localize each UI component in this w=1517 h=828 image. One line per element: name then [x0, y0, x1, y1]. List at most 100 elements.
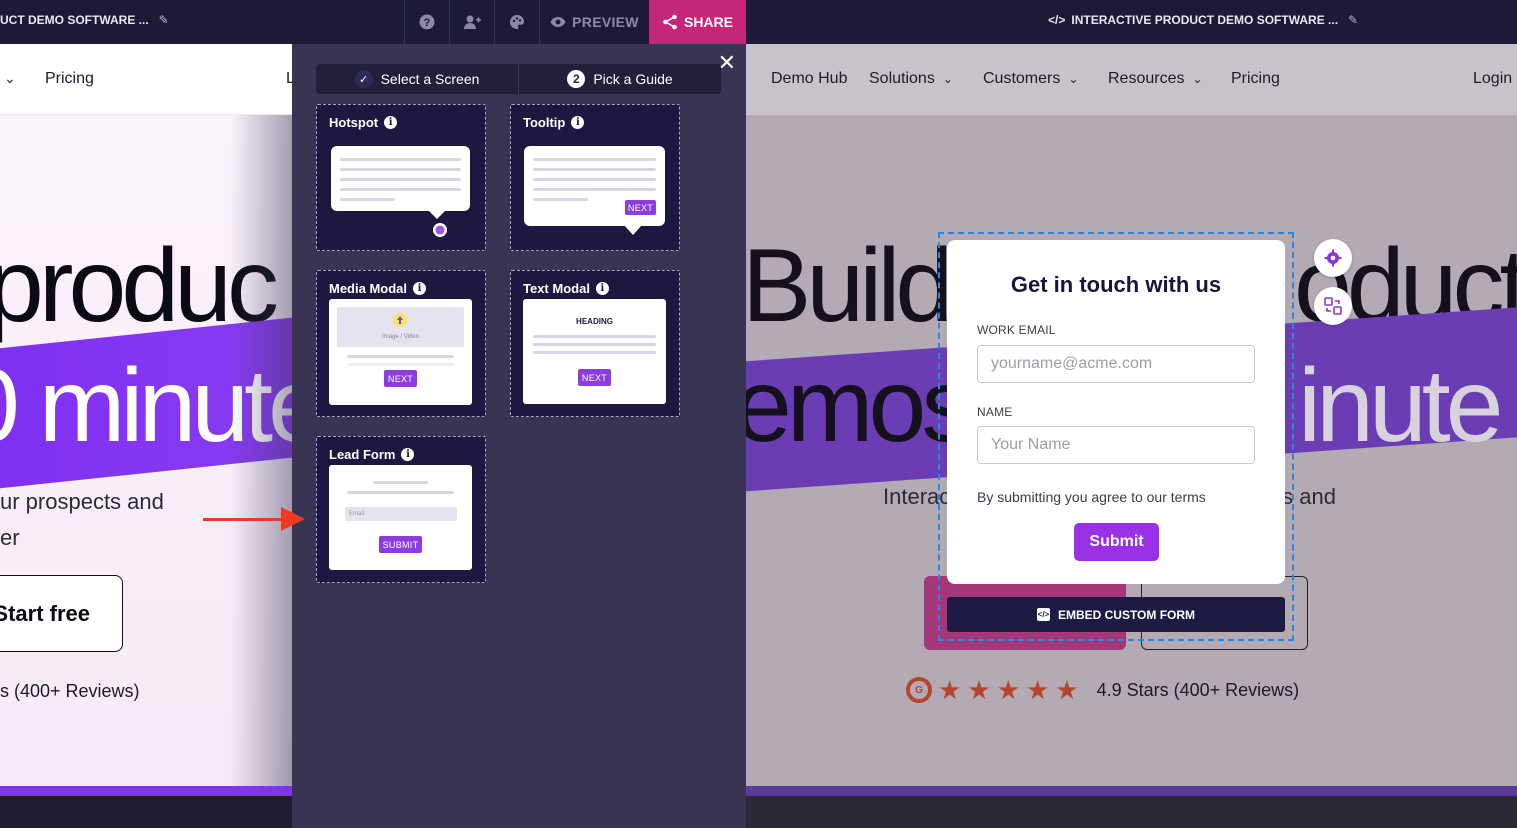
text-line — [533, 178, 656, 181]
info-icon[interactable]: i — [401, 448, 415, 461]
rating-text: 4.9 Stars (400+ Reviews) — [1096, 679, 1300, 700]
text-next-mini: NEXT — [578, 369, 611, 386]
tooltip-next-mini: NEXT — [625, 200, 656, 215]
tooltip-label: Tooltip — [523, 115, 566, 130]
demo-title-left[interactable]: UCT DEMO SOFTWARE ... ✎ — [0, 13, 169, 27]
text-line — [533, 343, 656, 346]
embed-custom-form-button[interactable]: </> EMBED CUSTOM FORM — [947, 597, 1285, 632]
info-icon[interactable]: i — [595, 282, 609, 295]
settings-button[interactable] — [1314, 239, 1352, 277]
nav-login[interactable]: Login — [1473, 70, 1512, 88]
hero-subtitle-line1: ur prospects and — [0, 489, 164, 514]
text-line — [533, 351, 656, 354]
edit-pencil-icon[interactable]: ✎ — [159, 13, 169, 27]
submit-button[interactable]: Submit — [1074, 523, 1159, 561]
hotspot-dot-icon — [433, 223, 447, 237]
hotspot-label: Hotspot — [329, 115, 379, 130]
palette-icon — [510, 15, 524, 29]
bubble-tail-icon — [427, 209, 447, 219]
help-button[interactable]: ? — [404, 0, 449, 44]
text-line — [340, 168, 461, 171]
guide-card-text-modal[interactable]: Text Modal i HEADING NEXT — [510, 270, 680, 417]
swap-icon — [1324, 297, 1342, 315]
text-modal-heading: HEADING — [576, 317, 613, 326]
rating-row: G ★ ★ ★ ★ ★ 4.9 Stars (400+ Reviews) — [906, 677, 1299, 703]
tab-pick-guide[interactable]: 2 Pick a Guide — [518, 64, 721, 94]
text-line — [347, 355, 454, 358]
nav-demo-hub[interactable]: Demo Hub — [771, 70, 847, 88]
site-nav-left: ⌄ Pricing L — [0, 44, 292, 115]
text-line — [347, 491, 454, 494]
chevron-down-icon: ⌄ — [1192, 72, 1203, 86]
star-icon: ★ — [938, 675, 962, 705]
text-line — [533, 198, 588, 201]
chevron-down-icon[interactable]: ⌄ — [4, 70, 16, 87]
share-label: SHARE — [683, 14, 733, 30]
star-icon: ★ — [996, 675, 1020, 705]
info-icon[interactable]: i — [413, 282, 427, 295]
hero-heading-right-line1a: Build — [746, 228, 953, 344]
hotspot-preview — [331, 146, 470, 211]
name-field[interactable]: Your Name — [977, 426, 1255, 464]
card-label: Media Modal i — [329, 281, 427, 296]
pick-guide-panel: ✕ ✓ Select a Screen 2 Pick a Guide Hotsp… — [292, 44, 746, 828]
star-icon: ★ — [1025, 675, 1050, 705]
edit-pencil-icon[interactable]: ✎ — [1348, 13, 1358, 27]
nav-customers[interactable]: Customers ⌄ — [983, 70, 1078, 88]
tab-select-screen-label: Select a Screen — [380, 71, 480, 87]
text-line — [347, 363, 454, 366]
nav-resources[interactable]: Resources ⌄ — [1108, 70, 1203, 88]
chevron-down-icon: ⌄ — [1068, 72, 1079, 86]
tab-pick-guide-label: Pick a Guide — [593, 71, 673, 87]
chevron-down-icon: ⌄ — [942, 72, 953, 86]
lead-submit-mini: SUBMIT — [379, 536, 422, 553]
bottom-bar-right — [746, 796, 1517, 828]
lead-form-label: Lead Form — [329, 447, 396, 462]
card-label: Text Modal i — [523, 281, 609, 296]
name-label: NAME — [977, 405, 1013, 419]
guide-card-hotspot[interactable]: Hotspot i — [316, 104, 486, 251]
top-bar: UCT DEMO SOFTWARE ... ✎ ? PREVIEW SHARE <… — [0, 0, 1517, 44]
eye-icon — [550, 17, 566, 27]
hero-subtitle-line2: er — [0, 525, 20, 550]
step-tabs: ✓ Select a Screen 2 Pick a Guide — [316, 64, 721, 94]
svg-text:?: ? — [424, 17, 431, 29]
guide-card-media-modal[interactable]: Media Modal i Image / Video NEXT — [316, 270, 486, 417]
add-user-button[interactable] — [449, 0, 494, 44]
card-label: Hotspot i — [329, 115, 398, 130]
start-free-button[interactable]: Start free — [0, 575, 123, 652]
hero-heading-right-line2a: emos — [746, 348, 973, 464]
text-line — [533, 335, 656, 338]
info-icon[interactable]: i — [384, 116, 398, 129]
swap-button[interactable] — [1314, 287, 1352, 325]
text-line — [533, 158, 656, 161]
nav-resources-label: Resources — [1108, 70, 1185, 87]
tab-select-screen[interactable]: ✓ Select a Screen — [316, 64, 518, 94]
hero-heading-right-line2b: inute — [1298, 348, 1504, 464]
info-icon[interactable]: i — [571, 116, 585, 129]
terms-note: By submitting you agree to our terms — [977, 489, 1206, 505]
nav-solutions[interactable]: Solutions ⌄ — [869, 70, 953, 88]
upload-icon — [393, 313, 407, 327]
guide-card-lead-form[interactable]: Lead Form i Email SUBMIT — [316, 436, 486, 583]
bottom-bar-left — [0, 796, 292, 828]
media-caption: Image / Video — [382, 334, 419, 340]
text-line — [340, 188, 461, 191]
email-field[interactable]: yourname@acme.com — [977, 345, 1255, 383]
share-icon — [663, 14, 677, 30]
guide-card-tooltip[interactable]: Tooltip i NEXT — [510, 104, 680, 251]
help-icon: ? — [419, 14, 435, 30]
embed-custom-form-label: EMBED CUSTOM FORM — [1057, 607, 1196, 622]
text-line — [533, 188, 656, 191]
nav-pricing-left[interactable]: Pricing — [45, 70, 94, 88]
preview-button[interactable]: PREVIEW — [539, 0, 649, 44]
gear-icon — [1324, 249, 1342, 267]
bubble-tail-icon — [624, 225, 642, 235]
share-button[interactable]: SHARE — [649, 0, 746, 44]
lead-email-mini: Email — [345, 507, 457, 521]
theme-button[interactable] — [494, 0, 539, 44]
tooltip-preview: NEXT — [524, 146, 665, 226]
demo-title-right[interactable]: </> INTERACTIVE PRODUCT DEMO SOFTWARE ...… — [1048, 13, 1358, 27]
nav-pricing[interactable]: Pricing — [1231, 70, 1280, 88]
form-title: Get in touch with us — [1010, 272, 1222, 297]
